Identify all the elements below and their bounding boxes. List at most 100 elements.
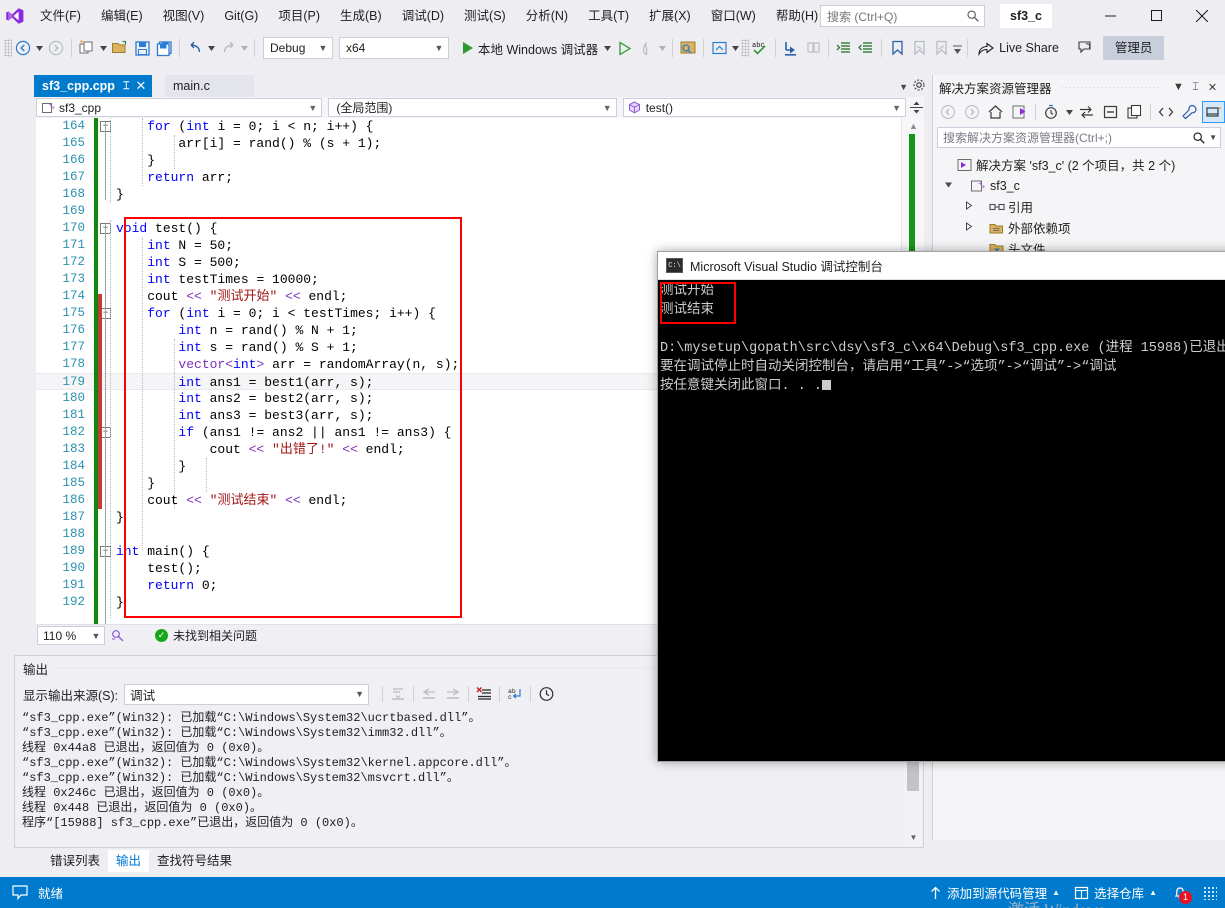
navigate-back-button[interactable] [12, 36, 34, 60]
tree-node-external-dependencies[interactable]: 外部依赖项 [933, 217, 1225, 238]
console-title-bar[interactable]: C:\ Microsoft Visual Studio 调试控制台 [658, 252, 1225, 280]
navigate-back-dropdown-icon[interactable] [34, 36, 45, 60]
code-line[interactable]: 164− for (int i = 0; i < n; i++) { [36, 118, 924, 135]
tab-output[interactable]: 输出 [108, 850, 150, 872]
search-input[interactable]: 搜索 (Ctrl+Q) [820, 5, 985, 27]
decrease-indent-button[interactable] [855, 36, 877, 60]
solution-configuration-combo[interactable]: Debug ▼ [263, 37, 333, 59]
navbar-member-chevron-down-icon[interactable]: ▼ [890, 103, 903, 113]
scroll-up-arrow-icon[interactable]: ▲ [907, 119, 920, 132]
open-file-button[interactable] [109, 36, 131, 60]
spellcheck-button[interactable]: abc [749, 36, 771, 60]
menu-item-view[interactable]: 视图(V) [153, 0, 215, 32]
code-line[interactable]: 167 return arr; [36, 169, 924, 186]
close-icon[interactable]: ✕ [136, 78, 147, 94]
code-line[interactable]: 168} [36, 186, 924, 203]
code-line[interactable]: 166 } [36, 152, 924, 169]
tree-node-references[interactable]: 引用 [933, 196, 1225, 217]
se-pending-dropdown-icon[interactable] [1064, 101, 1075, 123]
debug-console-window[interactable]: C:\ Microsoft Visual Studio 调试控制台 测试开始 测试… [657, 251, 1225, 762]
menu-item-git[interactable]: Git(G) [214, 0, 268, 32]
increase-indent-button[interactable] [833, 36, 855, 60]
se-home-button[interactable] [984, 101, 1007, 123]
se-pending-changes-button[interactable] [1040, 101, 1063, 123]
issue-status[interactable]: ✓ 未找到相关问题 [155, 627, 257, 644]
tab-settings-gear-icon[interactable] [912, 78, 926, 95]
panel-close-icon[interactable]: ✕ [1204, 77, 1221, 97]
close-button[interactable] [1179, 0, 1225, 31]
menu-item-extensions[interactable]: 扩展(X) [639, 0, 701, 32]
menu-item-analyze[interactable]: 分析(N) [516, 0, 578, 32]
select-element-button[interactable] [677, 36, 699, 60]
zoom-chevron-down-icon[interactable]: ▼ [90, 631, 102, 641]
output-source-combo[interactable]: 调试 ▼ [124, 683, 370, 705]
redo-button[interactable] [217, 36, 239, 60]
maximize-button[interactable] [1133, 0, 1179, 31]
solution-explorer-search-input[interactable]: 搜索解决方案资源管理器(Ctrl+;) ▼ [937, 127, 1221, 148]
feedback-button[interactable] [1075, 36, 1097, 60]
live-preview-dropdown-icon[interactable] [730, 36, 741, 60]
se-forward-button[interactable] [961, 101, 984, 123]
menu-item-edit[interactable]: 编辑(E) [91, 0, 153, 32]
menu-item-debug[interactable]: 调试(D) [392, 0, 454, 32]
next-bookmark-button[interactable] [930, 36, 952, 60]
output-scroll-down-arrow-icon[interactable]: ▼ [908, 833, 919, 845]
notifications-button[interactable]: 1 [1171, 884, 1192, 904]
start-without-debugging-button[interactable] [613, 36, 635, 60]
tab-main-c[interactable]: main.c [165, 75, 254, 97]
undo-dropdown-icon[interactable] [206, 36, 217, 60]
tab-error-list[interactable]: 错误列表 [42, 850, 108, 872]
output-go-to-next-button[interactable] [441, 683, 465, 705]
output-clear-all-button[interactable] [472, 683, 496, 705]
debug-target-dropdown-icon[interactable] [602, 36, 613, 60]
se-preview-selected-button[interactable] [1202, 101, 1225, 123]
code-line[interactable]: 165 arr[i] = rand() % (s + 1); [36, 135, 924, 152]
references-expander-icon[interactable] [961, 201, 975, 212]
tree-node-project-sf3-c[interactable]: + + sf3_c [933, 175, 1225, 196]
panel-menu-chevron-down-icon[interactable]: ▼ [1170, 77, 1187, 97]
step-into-button[interactable] [780, 36, 802, 60]
split-view-button[interactable] [908, 100, 924, 115]
redo-dropdown-icon[interactable] [239, 36, 250, 60]
tab-find-symbol-results[interactable]: 查找符号结果 [149, 850, 240, 872]
toolbar-grip[interactable] [4, 39, 12, 57]
pin-icon[interactable]: ⌶ [123, 80, 130, 93]
new-project-dropdown-icon[interactable] [98, 36, 109, 60]
navigate-forward-button[interactable] [45, 36, 67, 60]
undo-button[interactable] [184, 36, 206, 60]
se-code-view-button[interactable] [1155, 101, 1178, 123]
navbar-scope-dropdown[interactable]: (全局范围) ▼ [328, 98, 617, 117]
intellisense-status-icon[interactable] [105, 628, 129, 643]
panel-drag-dots[interactable] [1059, 86, 1162, 88]
zoom-level-combo[interactable]: 110 % ▼ [37, 626, 105, 645]
se-switch-views-button[interactable] [1008, 101, 1031, 123]
toggle-bookmark-button[interactable] [886, 36, 908, 60]
navbar-project-chevron-down-icon[interactable]: ▼ [306, 103, 319, 113]
previous-bookmark-button[interactable] [908, 36, 930, 60]
bookmark-overflow-icon[interactable] [952, 36, 963, 60]
save-button[interactable] [131, 36, 153, 60]
panel-pin-icon[interactable]: ⌶ [1187, 77, 1204, 97]
navbar-project-dropdown[interactable]: + + sf3_cpp ▼ [36, 98, 323, 117]
menu-item-project[interactable]: 项目(P) [268, 0, 330, 32]
output-show-timestamps-button[interactable] [534, 683, 558, 705]
repository-chevron-up-icon[interactable]: ▲ [1149, 888, 1157, 897]
toolbar-grip-2[interactable] [741, 39, 750, 57]
menu-item-help[interactable]: 帮助(H) [766, 0, 828, 32]
tab-overflow-chevron-down-icon[interactable]: ▼ [899, 82, 908, 92]
se-collapse-all-button[interactable] [1099, 101, 1122, 123]
platform-chevron-down-icon[interactable]: ▼ [432, 43, 446, 53]
save-all-button[interactable] [153, 36, 175, 60]
hot-reload-dropdown-icon[interactable] [657, 36, 668, 60]
menu-item-window[interactable]: 窗口(W) [701, 0, 766, 32]
step-over-button[interactable] [802, 36, 824, 60]
tab-sf3-cpp-cpp[interactable]: sf3_cpp.cpp ⌶ ✕ [34, 75, 153, 97]
menu-item-file[interactable]: 文件(F) [30, 0, 91, 32]
se-back-button[interactable] [937, 101, 960, 123]
output-source-chevron-down-icon[interactable]: ▼ [353, 689, 366, 699]
configuration-chevron-down-icon[interactable]: ▼ [316, 43, 330, 53]
minimize-button[interactable] [1087, 0, 1133, 31]
code-line[interactable]: 170−void test() { [36, 220, 924, 237]
external-deps-expander-icon[interactable] [961, 222, 975, 233]
menu-item-build[interactable]: 生成(B) [330, 0, 392, 32]
